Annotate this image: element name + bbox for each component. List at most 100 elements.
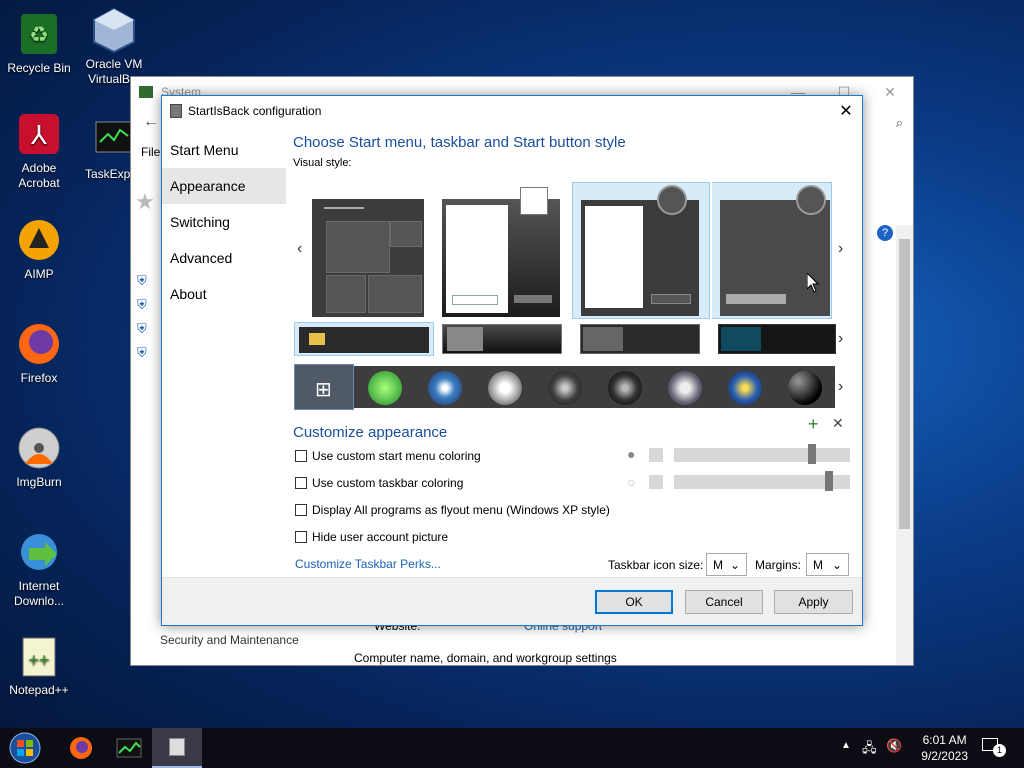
orb-sphere[interactable] (788, 371, 822, 405)
style-thumb-metro[interactable] (712, 182, 832, 319)
checkbox-label: Hide user account picture (312, 530, 449, 544)
taskbar-color-swatch[interactable] (649, 475, 663, 489)
taskbar-firefox[interactable] (56, 728, 106, 768)
hide-user-picture-checkbox[interactable]: Hide user account picture (295, 530, 448, 544)
nav-appearance[interactable]: Appearance (162, 168, 286, 204)
remove-icon[interactable]: ✕ (832, 415, 844, 432)
dialog-footer: OK Cancel Apply (162, 577, 862, 625)
taskbar-style-2[interactable] (442, 324, 562, 354)
startisback-icon (170, 103, 182, 118)
orb-scroll-right-arrow[interactable]: › (838, 378, 843, 396)
firefox-icon (15, 320, 63, 368)
taskbar-style-1[interactable] (294, 322, 434, 356)
add-icon[interactable]: + (808, 414, 819, 435)
shield-icon: ⛨ (137, 345, 147, 360)
notification-count: 1 (993, 744, 1006, 757)
scroll-right-arrow[interactable]: › (838, 240, 843, 258)
orb-dark[interactable] (548, 371, 582, 405)
recycle-bin-icon: ♻ (15, 10, 63, 58)
user-picture-icon (657, 185, 687, 215)
svg-text:⅄: ⅄ (30, 120, 47, 150)
orb-xp[interactable] (728, 371, 762, 405)
cancel-button[interactable]: Cancel (685, 590, 763, 614)
notification-center-icon[interactable]: 1 (982, 736, 1006, 758)
search-icon[interactable]: ⌕ (896, 115, 903, 131)
startisback-dialog: StartIsBack configuration ✕ Start Menu A… (161, 95, 863, 626)
flyout-menu-checkbox[interactable]: Display All programs as flyout menu (Win… (295, 503, 610, 517)
security-and-maintenance-link[interactable]: Security and Maintenance (160, 633, 299, 647)
orb-windows10[interactable]: ⊞ (294, 364, 354, 410)
checkbox-box[interactable] (295, 504, 307, 516)
icon-label: AIMP (24, 267, 54, 281)
slider-knob[interactable] (825, 471, 833, 491)
star-icon: ★ (135, 189, 155, 214)
clock-time: 6:01 AM (922, 733, 967, 747)
checkbox-box[interactable] (295, 477, 307, 489)
taskbar-icon-size-select[interactable]: M ⌄ (706, 553, 747, 576)
taskbar-scroll-right-arrow[interactable]: › (838, 330, 843, 348)
style-thumb-windows7[interactable] (442, 187, 560, 317)
orb-glass[interactable] (668, 371, 702, 405)
user-picture-icon (796, 185, 826, 215)
customize-taskbar-perks-link[interactable]: Customize Taskbar Perks... (295, 557, 441, 571)
checkbox-box[interactable] (295, 450, 307, 462)
desktop-icon-virtualbox[interactable]: Oracle VM VirtualB... (75, 6, 153, 87)
start-button[interactable] (0, 728, 50, 768)
desktop-icon-adobe-acrobat[interactable]: ⅄ Adobe Acrobat (0, 110, 78, 191)
drop-outline-icon: ○ (627, 474, 636, 490)
desktop-icon-firefox[interactable]: Firefox (0, 320, 78, 386)
icon-label: Internet Downlo... (13, 579, 65, 608)
ok-button[interactable]: OK (595, 590, 673, 614)
taskbar-startisback[interactable] (152, 728, 202, 768)
orb-black[interactable] (608, 371, 642, 405)
start-menu-color-swatch[interactable] (649, 448, 663, 462)
show-hidden-icons-icon[interactable]: ▲ (841, 740, 851, 751)
taskbar-taskexplorer[interactable] (104, 728, 154, 768)
desktop-icon-imgburn[interactable]: ImgBurn (0, 424, 78, 490)
checkbox-box[interactable] (295, 531, 307, 543)
start-orb-strip: ⊞ (294, 364, 835, 410)
desktop-icon-internet-download-manager[interactable]: Internet Downlo... (0, 528, 78, 609)
style-thumb-windows10[interactable] (312, 199, 424, 317)
apply-button[interactable]: Apply (774, 590, 853, 614)
menu-file[interactable]: File (141, 145, 160, 159)
back-arrow-icon[interactable]: ← (143, 113, 159, 131)
start-menu-opacity-slider[interactable] (674, 444, 850, 464)
custom-start-menu-coloring-checkbox[interactable]: Use custom start menu coloring (295, 449, 481, 463)
dialog-close-button[interactable]: ✕ (830, 96, 862, 125)
clock-date: 9/2/2023 (921, 749, 968, 763)
volume-muted-icon[interactable]: 🔇 (886, 738, 902, 754)
desktop-icon-recycle-bin[interactable]: ♻ Recycle Bin (0, 10, 78, 76)
clock[interactable]: 6:01 AM 9/2/2023 (921, 732, 968, 764)
nav-switching[interactable]: Switching (162, 204, 286, 240)
vertical-scrollbar[interactable] (896, 225, 913, 665)
margins-select[interactable]: M ⌄ (806, 553, 849, 576)
custom-taskbar-coloring-checkbox[interactable]: Use custom taskbar coloring (295, 476, 463, 490)
taskbar-style-4[interactable] (718, 324, 836, 354)
select-value: M (813, 557, 823, 572)
margins-label: Margins: (755, 558, 802, 572)
taskbar-style-3[interactable] (580, 324, 700, 354)
checkbox-label: Use custom taskbar coloring (312, 476, 464, 490)
slider-knob[interactable] (808, 444, 816, 464)
desktop-icon-notepad-plus-plus[interactable]: ++ Notepad++ (0, 632, 78, 698)
style-thumb-windows7-plain[interactable] (572, 182, 710, 319)
shield-icon: ⛨ (137, 321, 147, 336)
orb-white[interactable] (488, 371, 522, 405)
folder-icon (583, 327, 623, 351)
nav-start-menu[interactable]: Start Menu (162, 132, 286, 168)
select-value: M (713, 557, 723, 572)
nav-advanced[interactable]: Advanced (162, 240, 286, 276)
desktop-icon-aimp[interactable]: AIMP (0, 216, 78, 282)
orb-clover[interactable] (368, 371, 402, 405)
checkbox-label: Use custom start menu coloring (312, 449, 481, 463)
scroll-left-arrow[interactable]: ‹ (297, 240, 302, 258)
close-button[interactable]: ✕ (867, 77, 913, 107)
help-icon[interactable]: ? (877, 225, 893, 241)
taskbar-opacity-slider[interactable] (674, 471, 850, 491)
scrollbar-thumb[interactable] (899, 239, 910, 529)
nav-about[interactable]: About (162, 276, 286, 312)
network-icon[interactable]: 🖧 (862, 739, 877, 761)
orb-vista[interactable] (428, 371, 462, 405)
dialog-titlebar: StartIsBack configuration (162, 96, 862, 125)
